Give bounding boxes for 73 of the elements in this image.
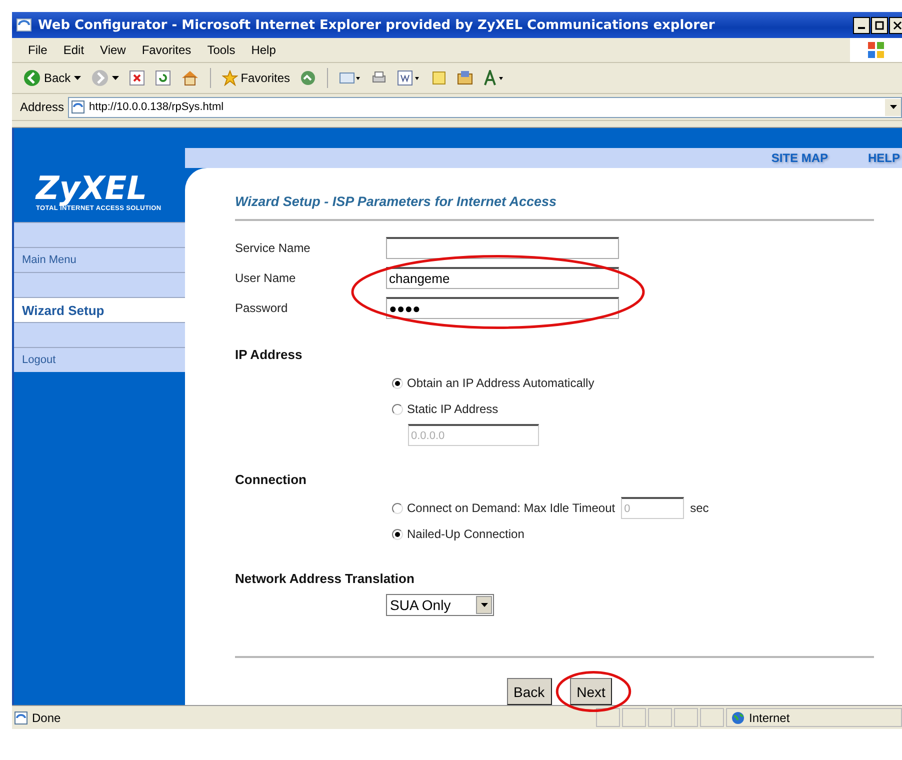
star-icon (222, 70, 238, 86)
forward-icon (90, 69, 109, 87)
minimize-icon (858, 26, 865, 28)
status-pane (700, 708, 724, 727)
form-button[interactable]: Next (570, 678, 612, 705)
input-field[interactable] (386, 237, 619, 259)
sidebar-item[interactable]: Main Menu (14, 247, 185, 272)
caret-icon (112, 76, 119, 80)
option-label: Connect on Demand: Max Idle Timeout (407, 501, 616, 515)
option-label: Nailed-Up Connection (407, 527, 524, 541)
media-icon (300, 70, 316, 86)
home-icon (180, 70, 199, 86)
refresh-icon (154, 70, 171, 86)
toolbar-button[interactable]: Back (20, 67, 84, 89)
nav-link[interactable]: HELP (868, 151, 900, 165)
menu-item[interactable]: Favorites (134, 43, 200, 57)
form-button[interactable]: Back (506, 678, 552, 705)
radio-button[interactable] (392, 378, 403, 388)
status-pane (674, 708, 698, 727)
caret-icon (74, 76, 81, 80)
windows-logo-icon (866, 40, 886, 60)
back-icon (23, 69, 41, 87)
menu-item[interactable]: Tools (199, 43, 244, 57)
menu-item[interactable]: Help (243, 43, 284, 57)
page-icon (14, 710, 28, 724)
caret-icon (890, 105, 896, 109)
sidebar-item[interactable]: Logout (14, 347, 185, 372)
status-pane (622, 708, 646, 727)
toolbar-button[interactable]: Favorites (218, 68, 294, 88)
unit-label: sec (690, 501, 709, 515)
input-field[interactable]: ●●●● (386, 297, 619, 319)
window-title: Web Configurator - Microsoft Internet Explorer provided by ZyXEL Communications explorer (38, 18, 716, 32)
stop-icon (128, 70, 145, 86)
menu-item[interactable]: Edit (55, 43, 92, 57)
address-label: Address (20, 100, 64, 114)
dropdown-button[interactable] (885, 98, 901, 116)
section-heading: Connection (235, 472, 308, 487)
maximize-button[interactable] (871, 16, 888, 34)
option-label: Static IP Address (407, 402, 498, 416)
page-icon (71, 100, 86, 114)
folder-icon (457, 70, 474, 86)
nav-link[interactable]: SITE MAP (771, 151, 828, 165)
address-field[interactable]: http://10.0.0.138/rpSys.html (68, 96, 902, 118)
radio-button[interactable] (392, 502, 403, 514)
logo: ZyXEL (36, 170, 147, 204)
form-title: Wizard Setup - ISP Parameters for Internet Access (235, 194, 874, 221)
status-pane (648, 708, 672, 727)
close-icon (893, 20, 902, 30)
field-label: Password (235, 301, 289, 315)
note-icon (431, 70, 448, 86)
status-text: Done (32, 710, 61, 724)
caret-icon (480, 603, 488, 607)
option-label: Obtain an IP Address Automatically (407, 376, 594, 390)
sidebar-item[interactable]: Wizard Setup (14, 297, 185, 322)
section-heading: IP Address (235, 347, 304, 362)
mail-icon (339, 70, 362, 86)
menu-item[interactable]: View (92, 43, 134, 57)
section-heading: Network Address Translation (235, 571, 416, 586)
input-field[interactable]: changeme (386, 267, 619, 289)
field-label: User Name (235, 271, 297, 285)
status-pane (596, 708, 620, 727)
browser-icon (16, 17, 32, 33)
radio-button[interactable] (392, 404, 403, 414)
zone-label: Internet (749, 710, 790, 724)
minimize-button[interactable] (853, 16, 870, 34)
close-button[interactable] (889, 16, 902, 34)
nat-select[interactable]: SUA Only (386, 594, 494, 616)
field-label: Service Name (235, 241, 312, 255)
maximize-icon (875, 20, 884, 30)
menu-item[interactable]: File (20, 43, 56, 57)
radio-button[interactable] (392, 528, 403, 540)
document-icon (397, 70, 422, 86)
globe-icon (731, 710, 745, 724)
